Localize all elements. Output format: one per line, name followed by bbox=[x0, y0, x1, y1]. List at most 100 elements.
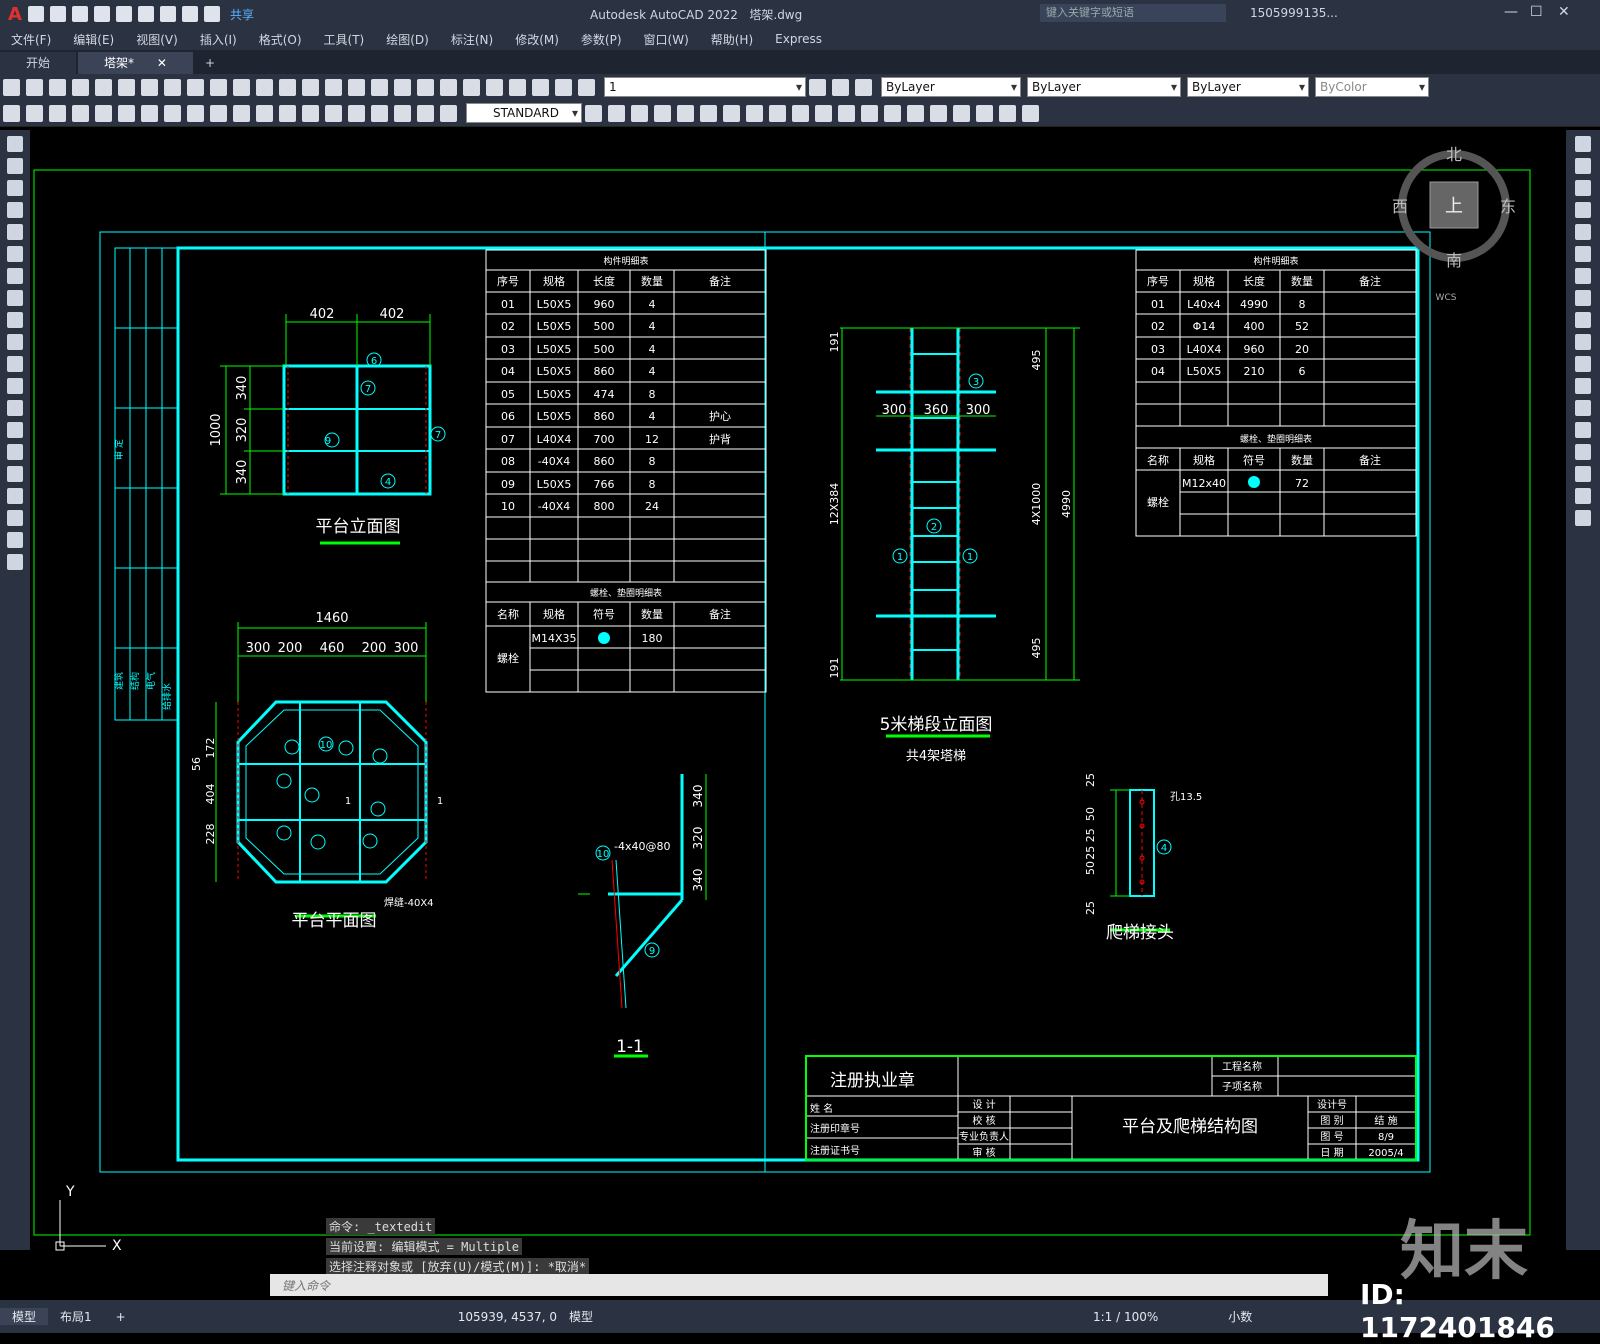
toolbar-open-icon[interactable] bbox=[26, 78, 43, 96]
layer-dropdown[interactable]: 1 bbox=[604, 77, 806, 97]
share-button[interactable]: 共享 bbox=[230, 6, 254, 23]
modify-8-icon[interactable] bbox=[769, 104, 786, 122]
toolbar-print-icon[interactable] bbox=[72, 78, 89, 96]
dim-linear-icon[interactable] bbox=[3, 104, 20, 122]
dim-jogged-icon[interactable] bbox=[118, 104, 135, 122]
command-input[interactable]: 键入命令 bbox=[282, 1277, 330, 1294]
dim-angular-icon[interactable] bbox=[164, 104, 181, 122]
dim-arc-icon[interactable] bbox=[49, 104, 66, 122]
dim-ordinate-icon[interactable] bbox=[72, 104, 89, 122]
table-icon[interactable] bbox=[7, 510, 23, 526]
rotate-icon[interactable] bbox=[1575, 268, 1591, 284]
arc-icon[interactable] bbox=[7, 246, 23, 262]
fillet-icon[interactable] bbox=[1575, 466, 1591, 482]
modify-10-icon[interactable] bbox=[815, 104, 832, 122]
menu-file[interactable]: 文件(F) bbox=[0, 31, 62, 48]
toolbar-publish-icon[interactable] bbox=[118, 78, 135, 96]
add-selected-icon[interactable] bbox=[7, 554, 23, 570]
dim-continue-icon[interactable] bbox=[233, 104, 250, 122]
plotstyle-dropdown[interactable]: ByColor bbox=[1315, 77, 1429, 97]
menu-tools[interactable]: 工具(T) bbox=[313, 31, 376, 48]
layer-previous-icon[interactable] bbox=[809, 78, 826, 96]
modify-5-icon[interactable] bbox=[700, 104, 717, 122]
ellipse-icon[interactable] bbox=[7, 334, 23, 350]
menu-edit[interactable]: 编辑(E) bbox=[62, 31, 125, 48]
open-web-icon[interactable] bbox=[115, 6, 132, 22]
toolbar-new-icon[interactable] bbox=[3, 78, 20, 96]
polyline-icon[interactable] bbox=[7, 180, 23, 196]
pan-icon[interactable] bbox=[302, 78, 319, 96]
modify-2-icon[interactable] bbox=[631, 104, 648, 122]
modify-17-icon[interactable] bbox=[976, 104, 993, 122]
text-style-dropdown[interactable]: STANDARD bbox=[466, 103, 582, 123]
modify-19-icon[interactable] bbox=[1022, 104, 1039, 122]
revcloud-icon[interactable] bbox=[7, 290, 23, 306]
menu-express[interactable]: Express bbox=[764, 32, 833, 46]
dim-style-icon[interactable] bbox=[585, 104, 602, 122]
ellipse-arc-icon[interactable] bbox=[7, 356, 23, 372]
toolbar-match-icon[interactable] bbox=[233, 78, 250, 96]
modify-6-icon[interactable] bbox=[723, 104, 740, 122]
save-web-icon[interactable] bbox=[137, 6, 154, 22]
dim-aligned-icon[interactable] bbox=[26, 104, 43, 122]
design-center-icon[interactable] bbox=[417, 78, 434, 96]
toolbar-3d-icon[interactable] bbox=[141, 78, 158, 96]
sheet-set-icon[interactable] bbox=[463, 78, 480, 96]
tab-drawing[interactable]: 塔架* ✕ bbox=[78, 52, 193, 74]
menu-parametric[interactable]: 参数(P) bbox=[570, 31, 633, 48]
layer-match-icon[interactable] bbox=[832, 78, 849, 96]
toolbar-redo-icon[interactable] bbox=[279, 78, 296, 96]
add-layout-icon[interactable]: + bbox=[104, 1310, 138, 1324]
line-icon[interactable] bbox=[7, 136, 23, 152]
dim-update-icon[interactable] bbox=[440, 104, 457, 122]
modify-16-icon[interactable] bbox=[953, 104, 970, 122]
dim-space-icon[interactable] bbox=[256, 104, 273, 122]
maximize-icon[interactable]: ☐ bbox=[1530, 4, 1543, 20]
dim-radius-icon[interactable] bbox=[95, 104, 112, 122]
tab-start[interactable]: 开始 bbox=[0, 52, 77, 74]
layer-manager-icon[interactable] bbox=[555, 78, 572, 96]
search-input[interactable]: 键入关键字或短语 bbox=[1040, 4, 1226, 22]
toolbar-save-icon[interactable] bbox=[49, 78, 66, 96]
linetype-dropdown[interactable]: ByLayer bbox=[1027, 77, 1181, 97]
toolbar-paste-icon[interactable] bbox=[210, 78, 227, 96]
zoom-realtime-icon[interactable] bbox=[325, 78, 342, 96]
gradient-icon[interactable] bbox=[7, 466, 23, 482]
color-dropdown[interactable]: ByLayer bbox=[881, 77, 1021, 97]
new-tab-button[interactable]: + bbox=[195, 52, 225, 74]
toolbar-cut-icon[interactable] bbox=[164, 78, 181, 96]
menu-help[interactable]: 帮助(H) bbox=[700, 31, 764, 48]
toolbar-preview-icon[interactable] bbox=[95, 78, 112, 96]
command-line[interactable]: 键入命令 bbox=[270, 1274, 1328, 1296]
print-icon[interactable] bbox=[159, 6, 176, 22]
user-account[interactable]: 1505999135... bbox=[1250, 6, 1338, 20]
circle-icon[interactable] bbox=[7, 268, 23, 284]
new-file-icon[interactable] bbox=[27, 6, 44, 22]
modify-14-icon[interactable] bbox=[907, 104, 924, 122]
make-block-icon[interactable] bbox=[7, 400, 23, 416]
help-icon[interactable] bbox=[532, 78, 549, 96]
explode-icon[interactable] bbox=[1575, 510, 1591, 526]
center-mark-icon[interactable] bbox=[325, 104, 342, 122]
menu-window[interactable]: 窗口(W) bbox=[633, 31, 700, 48]
hatch-icon[interactable] bbox=[7, 444, 23, 460]
dim-quick-icon[interactable] bbox=[187, 104, 204, 122]
calculator-icon[interactable] bbox=[509, 78, 526, 96]
polygon-icon[interactable] bbox=[7, 202, 23, 218]
dim-baseline-icon[interactable] bbox=[210, 104, 227, 122]
erase-icon[interactable] bbox=[1575, 136, 1591, 152]
menu-insert[interactable]: 插入(I) bbox=[189, 31, 248, 48]
modify-4-icon[interactable] bbox=[677, 104, 694, 122]
dim-diameter-icon[interactable] bbox=[141, 104, 158, 122]
mtext-icon[interactable] bbox=[7, 532, 23, 548]
menu-format[interactable]: 格式(O) bbox=[248, 31, 313, 48]
menu-modify[interactable]: 修改(M) bbox=[504, 31, 570, 48]
units-toggle[interactable]: 小数 bbox=[1228, 1308, 1252, 1325]
menu-dimension[interactable]: 标注(N) bbox=[440, 31, 504, 48]
toolbar-copy-icon[interactable] bbox=[187, 78, 204, 96]
scale-icon[interactable] bbox=[1575, 290, 1591, 306]
break-icon[interactable] bbox=[1575, 400, 1591, 416]
construction-line-icon[interactable] bbox=[7, 158, 23, 174]
stretch-icon[interactable] bbox=[1575, 312, 1591, 328]
menu-draw[interactable]: 绘图(D) bbox=[375, 31, 440, 48]
